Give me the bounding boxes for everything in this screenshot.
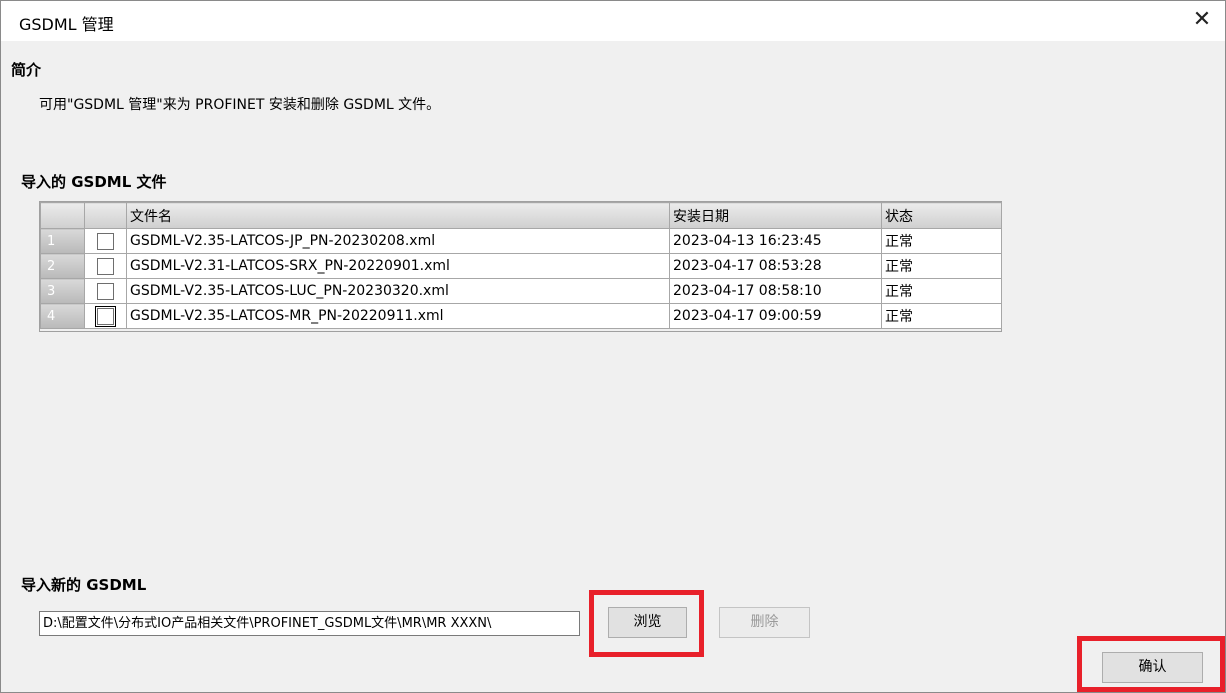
row-number: 3 [40,278,85,304]
install-date-cell: 2023-04-17 08:53:28 [669,253,882,279]
row-checkbox[interactable] [95,305,116,327]
gsdml-manager-dialog: GSDML 管理 ✕ 简介 可用"GSDML 管理"来为 PROFINET 安装… [0,0,1226,693]
row-checkbox[interactable] [97,232,114,250]
title-bar: GSDML 管理 ✕ [1,1,1225,41]
file-name-cell: GSDML-V2.31-LATCOS-SRX_PN-20220901.xml [126,253,670,279]
file-name-cell: GSDML-V2.35-LATCOS-LUC_PN-20230320.xml [126,278,670,304]
imported-files-heading: 导入的 GSDML 文件 [21,173,167,191]
row-number: 4 [40,303,85,329]
row-number: 2 [40,253,85,279]
dialog-title: GSDML 管理 [19,15,114,34]
gsdml-path-input[interactable]: D:\配置文件\分布式IO产品相关文件\PROFINET_GSDML文件\MR\… [39,611,580,636]
browse-button[interactable]: 浏览 [608,607,687,638]
status-cell: 正常 [881,253,1002,279]
install-date-column-header[interactable]: 安装日期 [669,202,882,229]
row-number: 1 [40,228,85,254]
intro-text: 可用"GSDML 管理"来为 PROFINET 安装和删除 GSDML 文件。 [39,97,441,113]
table-header-row: 文件名 安装日期 状态 [40,202,1002,229]
status-cell: 正常 [881,303,1002,329]
status-cell: 正常 [881,228,1002,254]
install-date-cell: 2023-04-17 09:00:59 [669,303,882,329]
checkbox-header [84,202,127,229]
filename-column-header[interactable]: 文件名 [126,202,670,229]
table-row[interactable]: 2 GSDML-V2.31-LATCOS-SRX_PN-20220901.xml… [40,253,1002,279]
table-row[interactable]: 4 GSDML-V2.35-LATCOS-MR_PN-20220911.xml … [40,303,1002,329]
status-cell: 正常 [881,278,1002,304]
confirm-button[interactable]: 确认 [1102,652,1203,683]
row-number-header [40,202,85,229]
intro-heading: 简介 [11,61,42,79]
file-name-cell: GSDML-V2.35-LATCOS-MR_PN-20220911.xml [126,303,670,329]
install-date-cell: 2023-04-13 16:23:45 [669,228,882,254]
table-row[interactable]: 3 GSDML-V2.35-LATCOS-LUC_PN-20230320.xml… [40,278,1002,304]
close-button[interactable]: ✕ [1179,1,1225,41]
row-checkbox[interactable] [97,282,114,300]
status-column-header[interactable]: 状态 [881,202,1002,229]
file-name-cell: GSDML-V2.35-LATCOS-JP_PN-20230208.xml [126,228,670,254]
close-icon: ✕ [1192,7,1212,32]
delete-button[interactable]: 删除 [719,607,810,638]
table-row[interactable]: 1 GSDML-V2.35-LATCOS-JP_PN-20230208.xml … [40,228,1002,254]
row-checkbox[interactable] [97,257,114,275]
gsdml-file-table: 文件名 安装日期 状态 1 GSDML-V2.35-LATCOS-JP_PN-2… [39,201,1002,332]
import-new-heading: 导入新的 GSDML [21,576,147,594]
install-date-cell: 2023-04-17 08:58:10 [669,278,882,304]
